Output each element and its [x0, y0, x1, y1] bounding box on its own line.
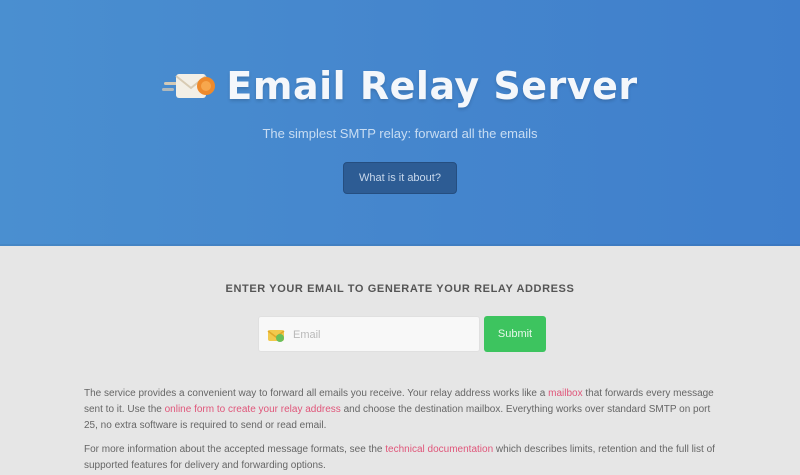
- main-content: Enter your email to generate your relay …: [0, 246, 800, 475]
- signup-heading: Enter your email to generate your relay …: [225, 283, 575, 295]
- desc-text: The service provides a convenient way to…: [84, 388, 546, 399]
- what-is-it-button[interactable]: What is it about?: [343, 162, 457, 194]
- page-title: Email Relay Server: [226, 64, 638, 108]
- hero-banner: Email Relay Server The simplest SMTP rel…: [0, 0, 800, 246]
- envelope-icon: [267, 327, 285, 343]
- submit-button[interactable]: Submit: [484, 316, 546, 352]
- hero-subtitle: The simplest SMTP relay: forward all the…: [262, 126, 538, 141]
- email-input[interactable]: [291, 317, 479, 353]
- mailbox-link[interactable]: mailbox: [548, 388, 582, 399]
- description-paragraph-2: For more information about the accepted …: [84, 442, 724, 474]
- documentation-link[interactable]: technical documentation: [385, 444, 493, 455]
- email-field-wrapper: [258, 316, 480, 353]
- hero-title-row: Email Relay Server: [0, 60, 800, 112]
- envelope-rocket-icon: [162, 66, 218, 106]
- desc-text: For more information about the accepted …: [84, 444, 383, 455]
- signup-form: Submit: [258, 316, 548, 353]
- create-relay-link[interactable]: online form to create your relay address: [165, 404, 341, 415]
- description-paragraph-1: The service provides a convenient way to…: [84, 386, 724, 434]
